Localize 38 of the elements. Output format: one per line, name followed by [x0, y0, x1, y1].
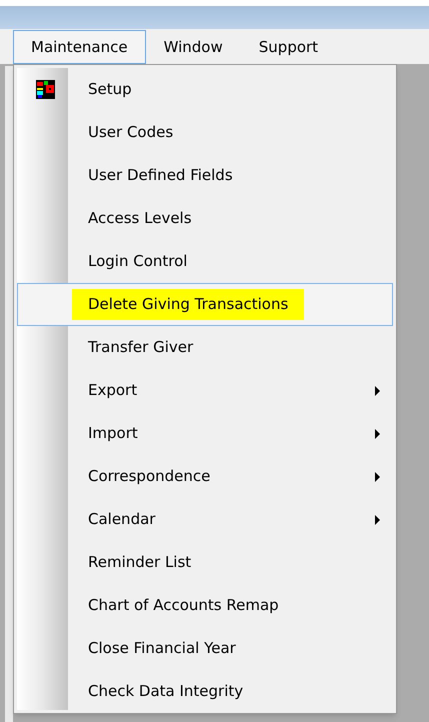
menu-item-label: User Defined Fields: [87, 165, 234, 186]
menu-item-label: Login Control: [87, 251, 188, 272]
menu-bar-item[interactable]: Window: [146, 30, 241, 64]
menu-item-label: Access Levels: [87, 208, 193, 230]
menu-item[interactable]: Export: [17, 369, 393, 412]
submenu-arrow-icon: [375, 386, 380, 396]
menu-item-label: Reminder List: [87, 552, 192, 574]
menu-item[interactable]: User Defined Fields: [17, 154, 393, 197]
menu-item-label: Correspondence: [87, 466, 212, 488]
menu-item[interactable]: Close Financial Year: [17, 627, 393, 670]
menu-item-label: Setup: [87, 79, 133, 100]
menu-item-label: Import: [87, 423, 139, 444]
menu-item-label: Calendar: [87, 509, 156, 530]
menu-item[interactable]: Correspondence: [17, 455, 393, 498]
menu-item[interactable]: Reminder List: [17, 541, 393, 584]
menu-item-label: Export: [87, 380, 138, 402]
menu-item[interactable]: Access Levels: [17, 197, 393, 240]
menu-item-label: Chart of Accounts Remap: [87, 595, 280, 616]
menu-item[interactable]: Chart of Accounts Remap: [17, 584, 393, 627]
menu-item-label: Delete Giving Transactions: [72, 289, 304, 320]
menu-item[interactable]: Login Control: [17, 240, 393, 283]
colorful-grid-icon: [36, 80, 54, 99]
submenu-arrow-icon: [375, 514, 380, 524]
menu-item[interactable]: Import: [17, 412, 393, 455]
menu-item[interactable]: Calendar: [17, 498, 393, 541]
menu-item-label: Transfer Giver: [87, 337, 194, 358]
menu-item-label: User Codes: [87, 122, 174, 144]
menu-item[interactable]: Setup: [17, 68, 393, 111]
menu-item[interactable]: User Codes: [17, 111, 393, 154]
menu-item[interactable]: Transfer Giver: [17, 326, 393, 369]
submenu-arrow-icon: [375, 428, 380, 438]
menu-bar-item[interactable]: Support: [240, 30, 336, 64]
menu-item-label: Check Data Integrity: [87, 681, 244, 702]
menu-item[interactable]: Delete Giving Transactions: [17, 283, 393, 326]
menu-item-label: Close Financial Year: [87, 638, 237, 660]
menu-item[interactable]: Check Data Integrity: [17, 670, 393, 713]
submenu-arrow-icon: [375, 472, 380, 482]
menu-bar-item[interactable]: Maintenance: [13, 30, 146, 64]
